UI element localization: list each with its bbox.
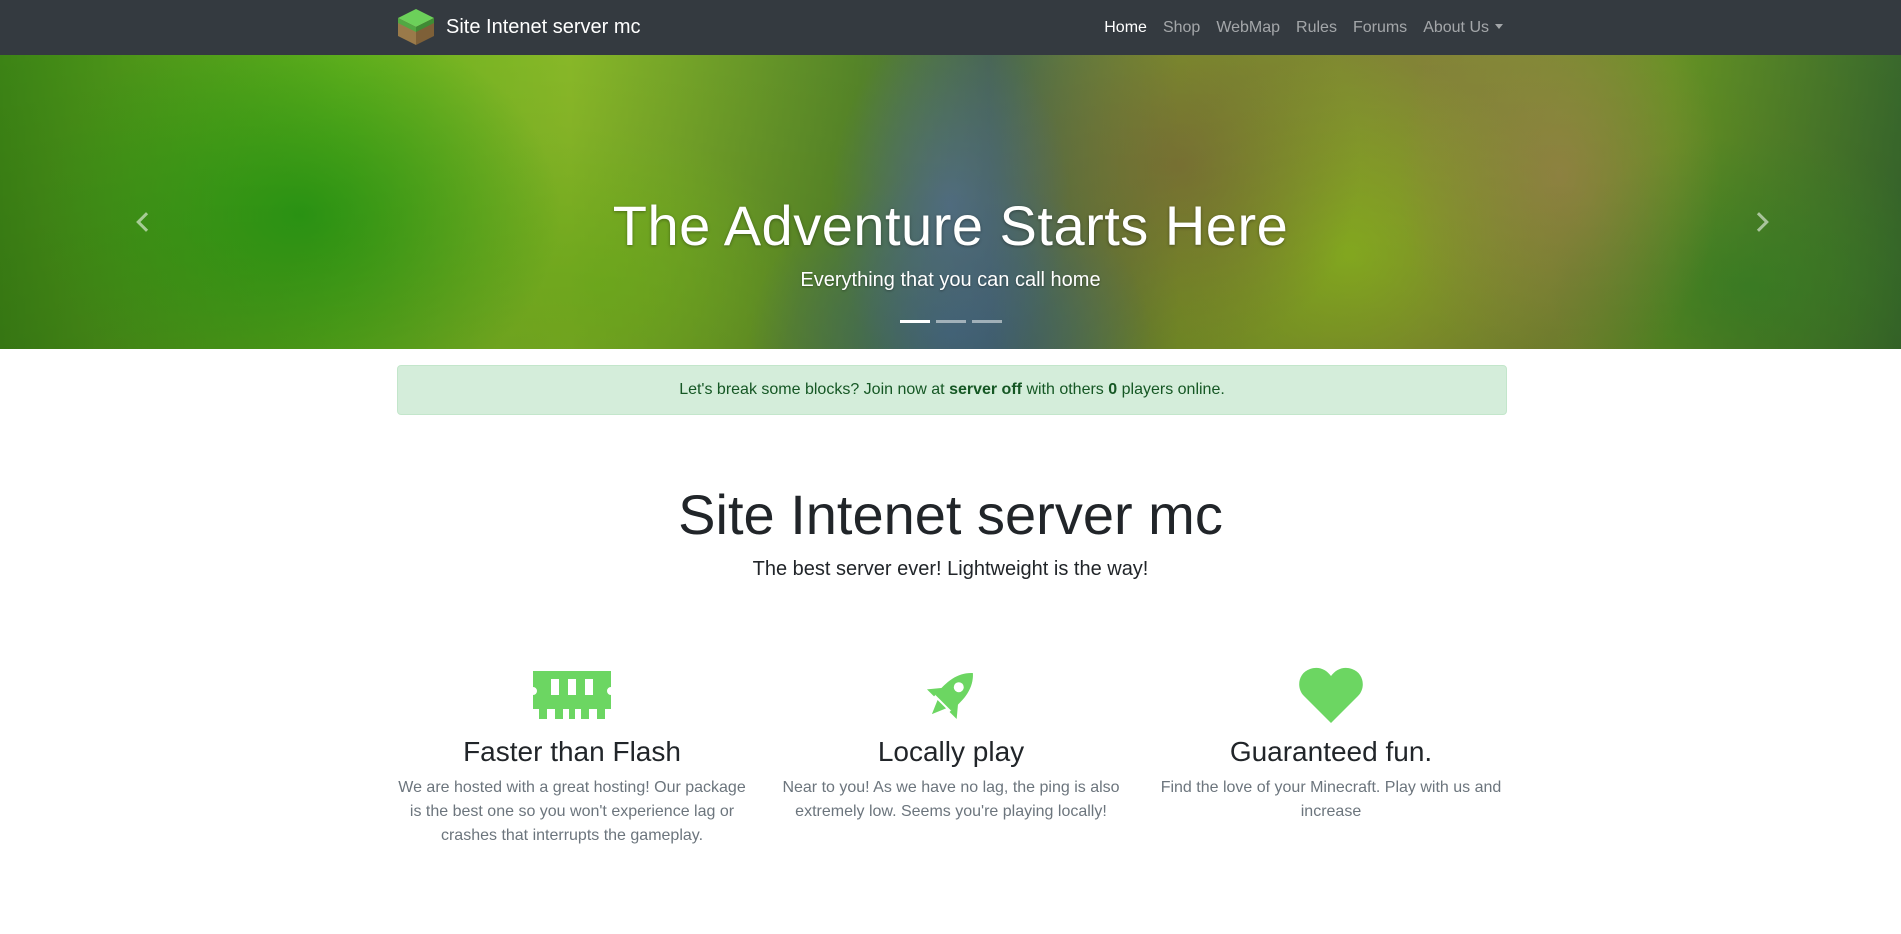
server-status-alert: Let's break some blocks? Join now at ser… (397, 365, 1507, 415)
feature-title: Locally play (877, 736, 1025, 767)
nav-home[interactable]: Home (1104, 19, 1147, 37)
alert-prefix: Let's break some blocks? Join now at (679, 381, 945, 398)
nav-forums[interactable]: Forums (1353, 19, 1407, 37)
carousel-indicator-2[interactable] (935, 320, 966, 323)
page-lead: The best server ever! Lightweight is the… (752, 558, 1149, 580)
feature-faster: Faster than Flash We are hosted with a g… (397, 660, 747, 848)
feature-text: Find the love of your Minecraft. Play wi… (1160, 779, 1502, 820)
nav-webmap[interactable]: WebMap (1216, 19, 1280, 37)
server-status: server off (949, 381, 1022, 398)
grass-block-logo-icon (398, 9, 434, 45)
carousel-indicator-3[interactable] (971, 320, 1002, 323)
caret-down-icon (1495, 23, 1503, 29)
navbar: Site Intenet server mc Home Shop WebMap … (0, 0, 1901, 55)
feature-text: We are hosted with a great hosting! Our … (398, 779, 746, 844)
alert-suffix: players online. (1121, 381, 1225, 398)
carousel-caption-title: The Adventure Starts Here (612, 194, 1289, 257)
feature-fun: Guaranteed fun. Find the love of your Mi… (1156, 660, 1506, 824)
carousel-caption-subtitle: Everything that you can call home (800, 269, 1101, 291)
nav-about-us-dropdown[interactable]: About Us (1423, 19, 1503, 37)
feature-title: Faster than Flash (463, 736, 681, 767)
hero-carousel: The Adventure Starts Here Everything tha… (0, 55, 1901, 349)
brand-name: Site Intenet server mc (446, 15, 641, 38)
feature-text: Near to you! As we have no lag, the ping… (782, 779, 1120, 820)
feature-locally: Locally play Near to you! As we have no … (776, 660, 1126, 824)
nav-shop[interactable]: Shop (1163, 19, 1200, 37)
heart-icon (1299, 667, 1363, 723)
page-title: Site Intenet server mc (678, 483, 1223, 546)
feature-title: Guaranteed fun. (1229, 736, 1433, 767)
carousel-indicators (0, 320, 1901, 323)
memory-icon (533, 671, 611, 719)
nav-about-us-label: About Us (1423, 18, 1489, 36)
brand-link[interactable]: Site Intenet server mc (396, 7, 641, 47)
alert-middle: with others (1026, 381, 1104, 398)
main-nav: Home Shop WebMap Rules Forums About Us (1088, 0, 1503, 55)
rocket-icon (926, 673, 973, 720)
carousel-indicator-1[interactable] (899, 320, 930, 323)
nav-rules[interactable]: Rules (1296, 19, 1337, 37)
player-count: 0 (1108, 381, 1118, 398)
